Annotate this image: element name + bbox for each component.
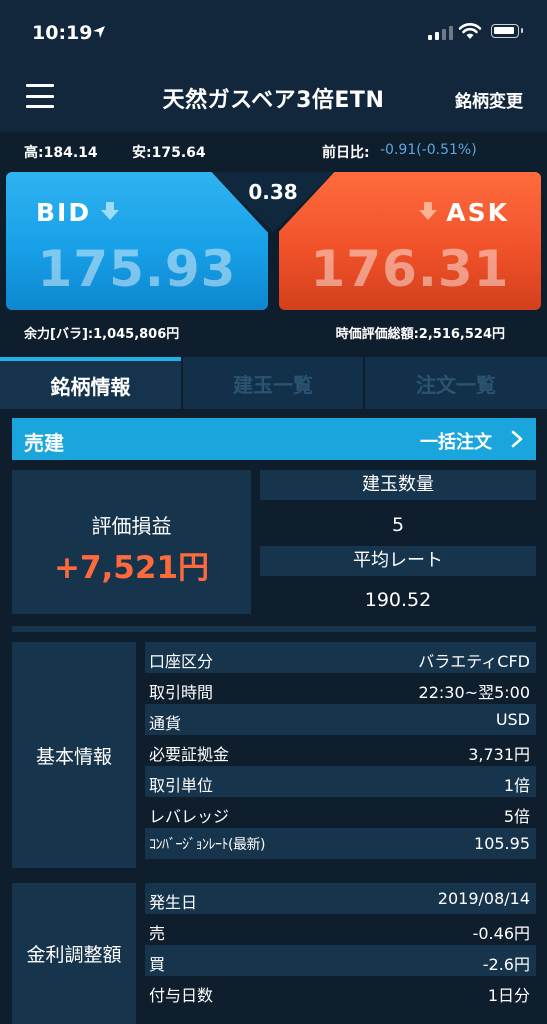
info-key: 口座区分 (149, 652, 214, 671)
info-row: 必要証拠金 3,731円 (145, 735, 536, 766)
info-row: 通貨 USD (145, 704, 536, 735)
change-symbol-button[interactable]: 銘柄変更 (455, 87, 523, 112)
info-row: 売 -0.46円 (145, 914, 536, 945)
account-summary-row: 余力[バラ]:1,045,806円 時価評価総額:2,516,524円 (0, 318, 547, 346)
arrow-down-icon (101, 202, 119, 220)
wifi-icon (458, 23, 482, 39)
sell-position-bar[interactable]: 売建 一括注文 (12, 418, 536, 460)
info-row: 取引単位 1倍 (145, 766, 536, 797)
info-value: 1日分 (487, 986, 530, 1005)
position-qty-value: 5 (391, 514, 405, 536)
info-key: ｺﾝﾊﾞｰｼﾞｮﾝﾚｰﾄ(最新) (149, 837, 265, 853)
valuation-total: 時価評価総額:2,516,524円 (335, 327, 505, 342)
info-value: 3,731円 (468, 745, 530, 764)
info-row: 口座区分 バラエティCFD (145, 642, 536, 673)
info-key: レバレッジ (149, 807, 230, 826)
ask-label: ASK (446, 198, 509, 227)
battery-icon (491, 24, 523, 38)
pl-panel: 評価損益 +7,521円 (12, 470, 251, 614)
bulk-order-button[interactable]: 一括注文 (420, 428, 492, 454)
spread-value: 0.38 (248, 180, 298, 204)
chevron-right-icon (511, 430, 523, 448)
tab-symbol-info[interactable]: 銘柄情報 (0, 357, 181, 409)
arrow-down-icon (419, 202, 437, 220)
info-value: 2019/08/14 (437, 889, 530, 908)
status-time: 10:19 (32, 22, 93, 44)
tab-positions[interactable]: 建玉一覧 (183, 357, 363, 409)
basic-info-label: 基本情報 (12, 642, 136, 868)
info-value: -0.46円 (472, 924, 530, 943)
bid-label: BID (36, 198, 92, 227)
ask-price: 176.31 (310, 240, 510, 298)
divider (12, 626, 536, 632)
available-margin: 余力[バラ]:1,045,806円 (24, 327, 180, 342)
info-key: 発生日 (149, 893, 198, 912)
status-bar: 10:19 (0, 0, 547, 68)
average-rate-label: 平均レート (260, 546, 536, 576)
info-row: 取引時間 22:30~翌5:00 (145, 673, 536, 704)
average-rate-value: 190.52 (364, 589, 432, 611)
basic-info-rows: 口座区分 バラエティCFD 取引時間 22:30~翌5:00 通貨 USD 必要証拠金… (145, 642, 536, 859)
interest-info-block: 金利調整額 発生日 2019/08/14 売 -0.46円 買 -2.6円 付与日数 1… (12, 883, 536, 1024)
info-row: 付与日数 1日分 (145, 976, 536, 1007)
nav-bar: 天然ガスベア3倍ETN 銘柄変更 (0, 68, 547, 132)
info-row: 発生日 2019/08/14 (145, 883, 536, 914)
info-row: 買 -2.6円 (145, 945, 536, 976)
info-value: USD (495, 710, 530, 729)
info-value: 1倍 (503, 776, 530, 795)
info-value: 22:30~翌5:00 (418, 683, 530, 702)
pl-label: 評価損益 (91, 514, 172, 538)
info-key: 売 (149, 924, 166, 943)
high-price: 高:184.14 (24, 145, 98, 161)
info-value: バラエティCFD (418, 652, 530, 671)
info-value: 105.95 (474, 834, 530, 853)
interest-info-label: 金利調整額 (12, 883, 136, 1024)
info-key: 取引単位 (149, 776, 214, 795)
pl-value: +7,521円 (53, 550, 210, 586)
day-change-value: -0.91(-0.51%) (380, 142, 477, 158)
info-key: 取引時間 (149, 683, 214, 702)
cellular-signal-icon (428, 24, 453, 40)
info-row: ｺﾝﾊﾞｰｼﾞｮﾝﾚｰﾄ(最新) 105.95 (145, 828, 536, 859)
info-row: レバレッジ 5倍 (145, 797, 536, 828)
bid-price: 175.93 (37, 240, 237, 298)
position-qty-label: 建玉数量 (260, 470, 536, 500)
interest-info-rows: 発生日 2019/08/14 売 -0.46円 買 -2.6円 付与日数 1日分 (145, 883, 536, 1007)
info-value: -2.6円 (482, 955, 530, 974)
info-key: 付与日数 (149, 986, 214, 1005)
info-key: 買 (149, 955, 166, 974)
info-key: 通貨 (149, 714, 182, 733)
price-stats-row: 高:184.14 安:175.64 前日比: -0.91(-0.51%) (0, 136, 547, 166)
tab-bar: 銘柄情報 建玉一覧 注文一覧 (0, 357, 547, 409)
day-change-label: 前日比: (322, 145, 370, 161)
basic-info-block: 基本情報 口座区分 バラエティCFD 取引時間 22:30~翌5:00 通貨 USD … (12, 642, 536, 868)
location-arrow-icon (93, 26, 105, 38)
tab-orders[interactable]: 注文一覧 (365, 357, 547, 409)
info-value: 5倍 (503, 807, 530, 826)
info-key: 必要証拠金 (149, 745, 230, 764)
section-title: 売建 (24, 431, 64, 455)
low-price: 安:175.64 (132, 145, 206, 161)
